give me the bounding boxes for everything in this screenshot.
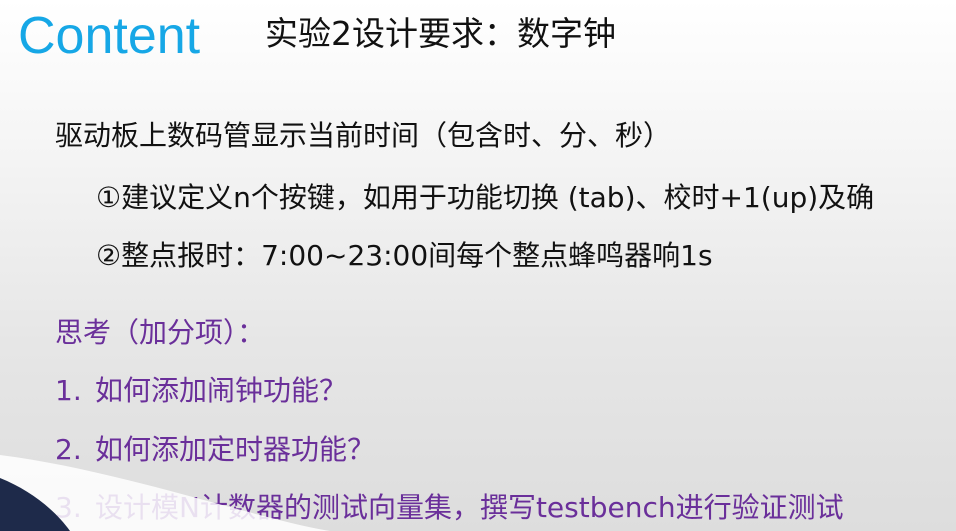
thinking-item-3: 3. 设计模N计数器的测试向量集，撰写testbench进行验证测试 (55, 490, 844, 526)
thinking-item-number: 1. (55, 374, 82, 407)
thinking-item-1: 1. 如何添加闹钟功能？ (55, 373, 347, 409)
thinking-title: 思考（加分项）： (55, 316, 266, 349)
requirement-main: 驱动板上数码管显示当前时间（包含时、分、秒） (55, 119, 672, 152)
thinking-item-number: 2. (55, 433, 82, 466)
thinking-item-text: 如何添加闹钟功能？ (95, 374, 348, 407)
thinking-item-text: 设计模N计数器的测试向量集，撰写testbench进行验证测试 (95, 491, 844, 524)
slide-title: Content (18, 7, 201, 65)
requirement-item-1: ①建议定义n个按键，如用于功能切换 (tab)、校时+1(up)及确 (96, 181, 875, 214)
thinking-item-number: 3. (55, 491, 82, 524)
thinking-item-text: 如何添加定时器功能？ (95, 433, 376, 466)
slide: Content 实验2设计要求：数字钟 驱动板上数码管显示当前时间（包含时、分、… (0, 0, 956, 531)
requirement-item-2: ②整点报时：7:00~23:00间每个整点蜂鸣器响1s (96, 239, 713, 272)
thinking-item-2: 2. 如何添加定时器功能？ (55, 432, 375, 468)
slide-subtitle: 实验2设计要求：数字钟 (265, 14, 616, 53)
